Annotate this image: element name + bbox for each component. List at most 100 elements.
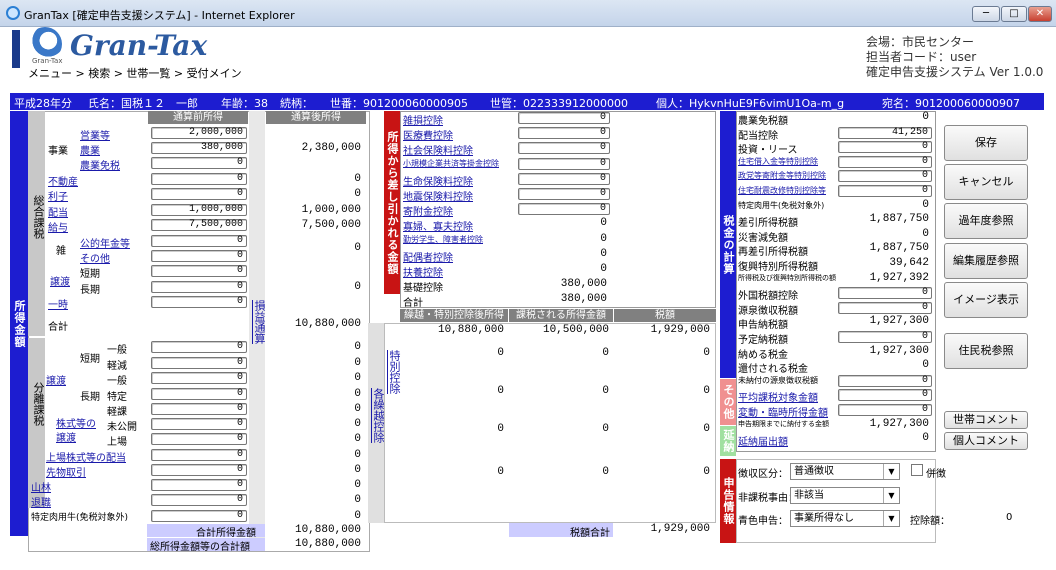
jojo-haito-link[interactable]: 上場株式等の配当 [46,449,126,464]
nogyo-exempt-input[interactable]: 0 [151,157,247,169]
close-button[interactable]: ✕ [1028,6,1052,22]
tax-input[interactable]: 41,250 [838,126,932,139]
kyuyo-input[interactable]: 7,500,000 [151,219,247,231]
joto-choki-input[interactable]: 0 [151,281,247,293]
fudosan-link[interactable]: 不動産 [48,173,78,188]
deduction-label[interactable]: 医療費控除 [403,127,453,142]
tax-input[interactable]: 0 [838,404,932,416]
deduction-label[interactable]: 扶養控除 [403,264,443,279]
tax-input[interactable]: 0 [838,155,932,168]
ichiji-input[interactable]: 0 [151,296,247,308]
sep-joto-link[interactable]: 譲渡 [46,372,66,387]
deduction-label[interactable]: 地震保険料控除 [403,188,473,203]
deduction-input[interactable]: 0 [518,142,610,155]
kyuyo-link[interactable]: 給与 [48,219,68,234]
kyuyo-after: 7,500,000 [301,219,361,231]
tax-label[interactable]: 延納届出額 [738,433,788,448]
household-comment-button[interactable]: 世帯コメント [944,411,1028,429]
tax-label: 申告期限までに納付する金額 [738,419,829,428]
hikazei-select[interactable]: 非該当 ▼ [790,487,900,504]
image-button[interactable]: イメージ表示 [944,282,1028,318]
breadcrumb[interactable]: メニュー > 検索 > 世帯一覧 > 受付メイン [28,65,242,81]
haito-after: 1,000,000 [301,204,361,216]
taishoku-input[interactable]: 0 [151,494,247,506]
heichou-checkbox[interactable] [911,464,923,476]
user-code-text: 担当者コード：user [866,50,977,64]
sanrin-input[interactable]: 0 [151,479,247,491]
deduction-label[interactable]: 勤労学生、障害者控除 [403,234,483,245]
deduction-label[interactable]: 寄附金控除 [403,203,453,218]
save-button[interactable]: 保存 [944,125,1028,161]
deduction-label[interactable]: 社会保険料控除 [403,142,473,157]
sakimono-link[interactable]: 先物取引 [46,464,86,479]
tax-input[interactable]: 0 [838,331,932,343]
tax-label[interactable]: 変動・臨時所得金額 [738,404,828,419]
sep-input[interactable]: 0 [151,341,247,353]
sep-input[interactable]: 0 [151,388,247,400]
sep-after: 0 [354,418,361,430]
cancel-button[interactable]: キャンセル [944,164,1028,200]
tax-input[interactable]: 0 [838,170,932,183]
tax-input[interactable]: 0 [838,374,932,387]
tax-input[interactable]: 0 [838,301,932,314]
tax-input[interactable]: 0 [838,185,932,197]
sakimono-input[interactable]: 0 [151,464,247,476]
resident-tax-button[interactable]: 住民税参照 [944,333,1028,369]
jojo-label: 上場 [107,437,127,448]
taishoku-link[interactable]: 退職 [31,494,51,509]
sep-input[interactable]: 0 [151,403,247,415]
deduction-input[interactable]: 0 [518,112,610,124]
sanrin-link[interactable]: 山林 [31,479,51,494]
joto-link[interactable]: 譲渡 [50,273,70,288]
tax-label[interactable]: 政党等寄附金等特別控除 [738,170,826,181]
koteki-link[interactable]: 公的年金等 [80,235,130,250]
personal-comment-button[interactable]: 個人コメント [944,432,1028,450]
minimize-button[interactable]: ─ [972,6,1000,22]
tax-input[interactable]: 0 [838,287,932,300]
sonota-link[interactable]: その他 [80,250,110,265]
deduction-input[interactable]: 0 [518,172,610,185]
koteki-input[interactable]: 0 [151,235,247,247]
kabushiki-input[interactable]: 0 [151,433,247,445]
tax-label[interactable]: 住宅耐震改修特別控除等 [738,185,826,196]
aoiro-select[interactable]: 事業所得なし ▼ [790,510,900,527]
eigyo-link[interactable]: 営業等 [80,127,110,142]
deduction-label[interactable]: 配偶者控除 [403,249,453,264]
nogyo-input[interactable]: 380,000 [151,142,247,154]
sep-input[interactable]: 0 [151,372,247,384]
deduction-label[interactable]: 生命保険料控除 [403,173,473,188]
deduction-input[interactable]: 0 [518,188,610,200]
sonota-input[interactable]: 0 [151,250,247,262]
deduction-label[interactable]: 寡婦、寡夫控除 [403,218,473,233]
sep-input[interactable]: 0 [151,357,247,369]
ichiji-link[interactable]: 一時 [48,296,68,311]
prev-year-button[interactable]: 過年度参照 [944,203,1028,239]
nogyo-link[interactable]: 農業 [80,142,100,157]
tax-label[interactable]: 住宅借入金等特別控除 [738,156,818,167]
kabushiki-link[interactable]: 株式等の譲渡 [56,418,96,446]
tax-label[interactable]: 平均課税対象金額 [738,389,818,404]
carry-value: 0 [602,423,609,435]
fudosan-input[interactable]: 0 [151,173,247,185]
deduction-label[interactable]: 小規模企業共済等掛金控除 [403,158,499,169]
maximize-button[interactable]: □ [1001,6,1027,22]
nogyo-exempt-link[interactable]: 農業免税 [80,157,120,172]
haito-link[interactable]: 配当 [48,204,68,219]
deduction-input[interactable]: 0 [518,157,610,170]
kabushiki-input[interactable]: 0 [151,418,247,430]
deduction-input[interactable]: 0 [518,203,610,216]
deduction-label[interactable]: 雑損控除 [403,112,443,127]
deduction-input[interactable]: 0 [518,127,610,140]
rishi-input[interactable]: 0 [151,188,247,200]
sontsu-link[interactable]: 損益通算 [251,300,267,344]
rishi-link[interactable]: 利子 [48,188,68,203]
history-button[interactable]: 編集履歴参照 [944,243,1028,279]
joto-tanki-input[interactable]: 0 [151,265,247,277]
tax-input[interactable]: 0 [838,389,932,402]
tax-input[interactable]: 0 [838,141,932,154]
jojo-haito-input[interactable]: 0 [151,449,247,461]
kubun-select[interactable]: 普通徴収 ▼ [790,463,900,480]
tokutei-ushi-input[interactable]: 0 [151,510,247,522]
eigyo-input[interactable]: 2,000,000 [151,127,247,139]
haito-input[interactable]: 1,000,000 [151,204,247,216]
